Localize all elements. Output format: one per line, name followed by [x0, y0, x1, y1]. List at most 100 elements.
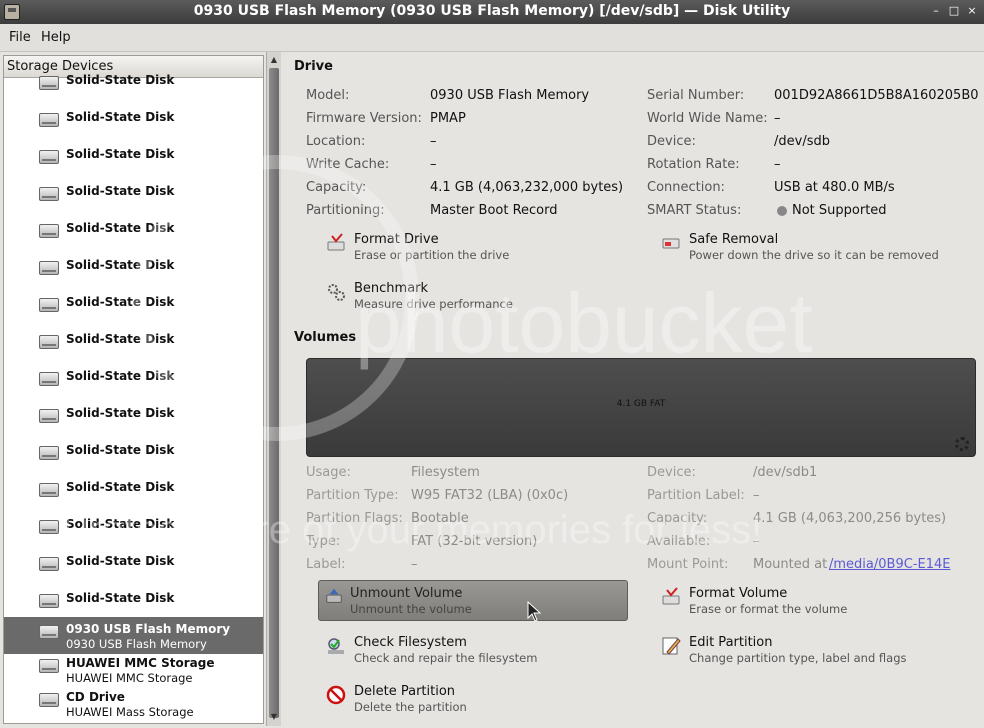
- safe-removal-icon: [662, 238, 680, 249]
- device-title: Solid-State Disk: [66, 295, 175, 309]
- property-value: –: [753, 488, 760, 503]
- hard-disk-icon: [39, 557, 59, 571]
- hard-disk-icon: [39, 224, 59, 238]
- maximize-button[interactable]: □: [946, 3, 962, 19]
- device-title: Solid-State Disk: [66, 332, 175, 346]
- device-title: 0930 USB Flash Memory: [66, 622, 231, 636]
- sidebar-item-device[interactable]: Solid-State Disk: [4, 212, 263, 249]
- device-title: Solid-State Disk: [66, 221, 175, 235]
- sidebar-item-device[interactable]: Solid-State Disk: [4, 64, 263, 101]
- device-title: Solid-State Disk: [66, 406, 175, 420]
- device-title: HUAWEI MMC Storage: [66, 656, 215, 670]
- sidebar-item-device[interactable]: Solid-State Disk: [4, 508, 263, 545]
- device-subtitle: 0930 USB Flash Memory: [66, 637, 207, 651]
- hard-disk-icon: [39, 76, 59, 90]
- property-label: Write Cache:: [306, 157, 390, 172]
- property-label: Serial Number:: [647, 88, 745, 103]
- property-label: Partition Type:: [306, 488, 399, 503]
- hard-disk-icon: [39, 187, 59, 201]
- sidebar-item-device[interactable]: Solid-State Disk: [4, 138, 263, 175]
- sidebar-item-device[interactable]: Solid-State Disk: [4, 582, 263, 619]
- property-label: Capacity:: [647, 511, 708, 526]
- format-drive-button[interactable]: Format Drive Erase or partition the driv…: [322, 232, 622, 268]
- property-label: Type:: [306, 534, 341, 549]
- format-volume-button[interactable]: Format Volume Erase or format the volume: [657, 586, 957, 622]
- unmount-volume-button[interactable]: Unmount Volume Unmount the volume: [318, 580, 628, 622]
- menu-file[interactable]: File: [9, 30, 31, 45]
- property-value: USB at 480.0 MB/s: [774, 180, 895, 195]
- property-value: W95 FAT32 (LBA) (0x0c): [411, 488, 569, 503]
- mount-point-link[interactable]: /media/0B9C-E14E: [829, 557, 950, 572]
- property-label: Partition Flags:: [306, 511, 403, 526]
- safe-removal-button[interactable]: Safe Removal Power down the drive so it …: [657, 232, 957, 268]
- device-title: Solid-State Disk: [66, 554, 175, 568]
- property-value: PMAP: [430, 111, 466, 126]
- delete-icon: [326, 685, 346, 705]
- sidebar-item-device[interactable]: Solid-State Disk: [4, 397, 263, 434]
- property-value: Bootable: [411, 511, 469, 526]
- scroll-down-arrow-icon[interactable]: ▼: [268, 711, 280, 723]
- window-title: 0930 USB Flash Memory (0930 USB Flash Me…: [193, 3, 791, 19]
- property-label: Rotation Rate:: [647, 157, 740, 172]
- disk-utility-app-icon: [4, 4, 20, 20]
- sidebar-item-device[interactable]: Solid-State Disk: [4, 323, 263, 360]
- property-label: Device:: [647, 134, 696, 149]
- property-value: 4.1 GB (4,063,200,256 bytes): [753, 511, 947, 526]
- property-value: /dev/sdb1: [753, 465, 818, 480]
- scrollbar-thumb[interactable]: [269, 68, 279, 718]
- sidebar-item-device[interactable]: Solid-State Disk: [4, 545, 263, 582]
- sidebar-item-device[interactable]: Solid-State Disk: [4, 175, 263, 212]
- check-filesystem-button[interactable]: Check Filesystem Check and repair the fi…: [322, 635, 622, 671]
- hard-disk-icon: [39, 113, 59, 127]
- hard-disk-icon: [39, 659, 59, 673]
- edit-pencil-icon: [662, 637, 681, 655]
- close-button[interactable]: ×: [964, 3, 980, 19]
- property-value: Mounted at: [753, 557, 828, 572]
- sidebar-item-device[interactable]: Solid-State Disk: [4, 286, 263, 323]
- sidebar-item-device[interactable]: CD Drive HUAWEI Mass Storage: [4, 685, 263, 722]
- minimize-button[interactable]: –: [928, 3, 944, 19]
- volume-partition-bar[interactable]: 4.1 GB FAT: [306, 358, 976, 457]
- sidebar-item-device[interactable]: Solid-State Disk: [4, 471, 263, 508]
- device-title: Solid-State Disk: [66, 480, 175, 494]
- delete-partition-button[interactable]: Delete Partition Delete the partition: [322, 684, 622, 720]
- property-label: SMART Status:: [647, 203, 742, 218]
- format-drive-icon: [327, 233, 345, 251]
- hard-disk-icon: [39, 261, 59, 275]
- property-value: –: [411, 557, 418, 572]
- sidebar-item-device[interactable]: 0930 USB Flash Memory 0930 USB Flash Memo…: [4, 617, 263, 654]
- check-filesystem-icon: [328, 638, 344, 654]
- sidebar-item-device[interactable]: Solid-State Disk: [4, 101, 263, 138]
- sidebar-scrollbar[interactable]: ▲ ▼: [266, 52, 281, 726]
- property-value: Master Boot Record: [430, 203, 558, 218]
- device-title: Solid-State Disk: [66, 73, 175, 87]
- benchmark-button[interactable]: Benchmark Measure drive performance: [322, 281, 622, 317]
- device-title: Solid-State Disk: [66, 147, 175, 161]
- property-value: FAT (32-bit version): [411, 534, 538, 549]
- hard-disk-icon: [39, 520, 59, 534]
- device-title: Solid-State Disk: [66, 184, 175, 198]
- property-label: Available:: [647, 534, 711, 549]
- property-value: –: [430, 134, 437, 149]
- property-label: Label:: [306, 557, 346, 572]
- storage-devices-list[interactable]: Storage Devices Solid-State Disk Solid-St…: [3, 55, 264, 724]
- benchmark-gears-icon: [328, 284, 345, 301]
- property-label: Firmware Version:: [306, 111, 422, 126]
- scroll-up-arrow-icon[interactable]: ▲: [268, 54, 280, 66]
- smart-status-icon: [777, 206, 787, 216]
- property-value: 4.1 GB (4,063,232,000 bytes): [430, 180, 624, 195]
- sidebar-item-device[interactable]: HUAWEI MMC Storage HUAWEI MMC Storage: [4, 651, 263, 688]
- device-title: Solid-State Disk: [66, 258, 175, 272]
- menu-help[interactable]: Help: [41, 30, 71, 45]
- menu-bar: File Help: [0, 24, 984, 52]
- edit-partition-button[interactable]: Edit Partition Change partition type, la…: [657, 635, 957, 671]
- sidebar-item-device[interactable]: Solid-State Disk: [4, 360, 263, 397]
- sidebar-item-device[interactable]: Solid-State Disk: [4, 249, 263, 286]
- property-label: Partitioning:: [306, 203, 385, 218]
- drive-section-title: Drive: [294, 59, 333, 74]
- sidebar-item-device[interactable]: Solid-State Disk: [4, 434, 263, 471]
- property-label: World Wide Name:: [647, 111, 768, 126]
- property-label: Mount Point:: [647, 557, 729, 572]
- device-title: CD Drive: [66, 690, 125, 704]
- property-value: –: [774, 111, 781, 126]
